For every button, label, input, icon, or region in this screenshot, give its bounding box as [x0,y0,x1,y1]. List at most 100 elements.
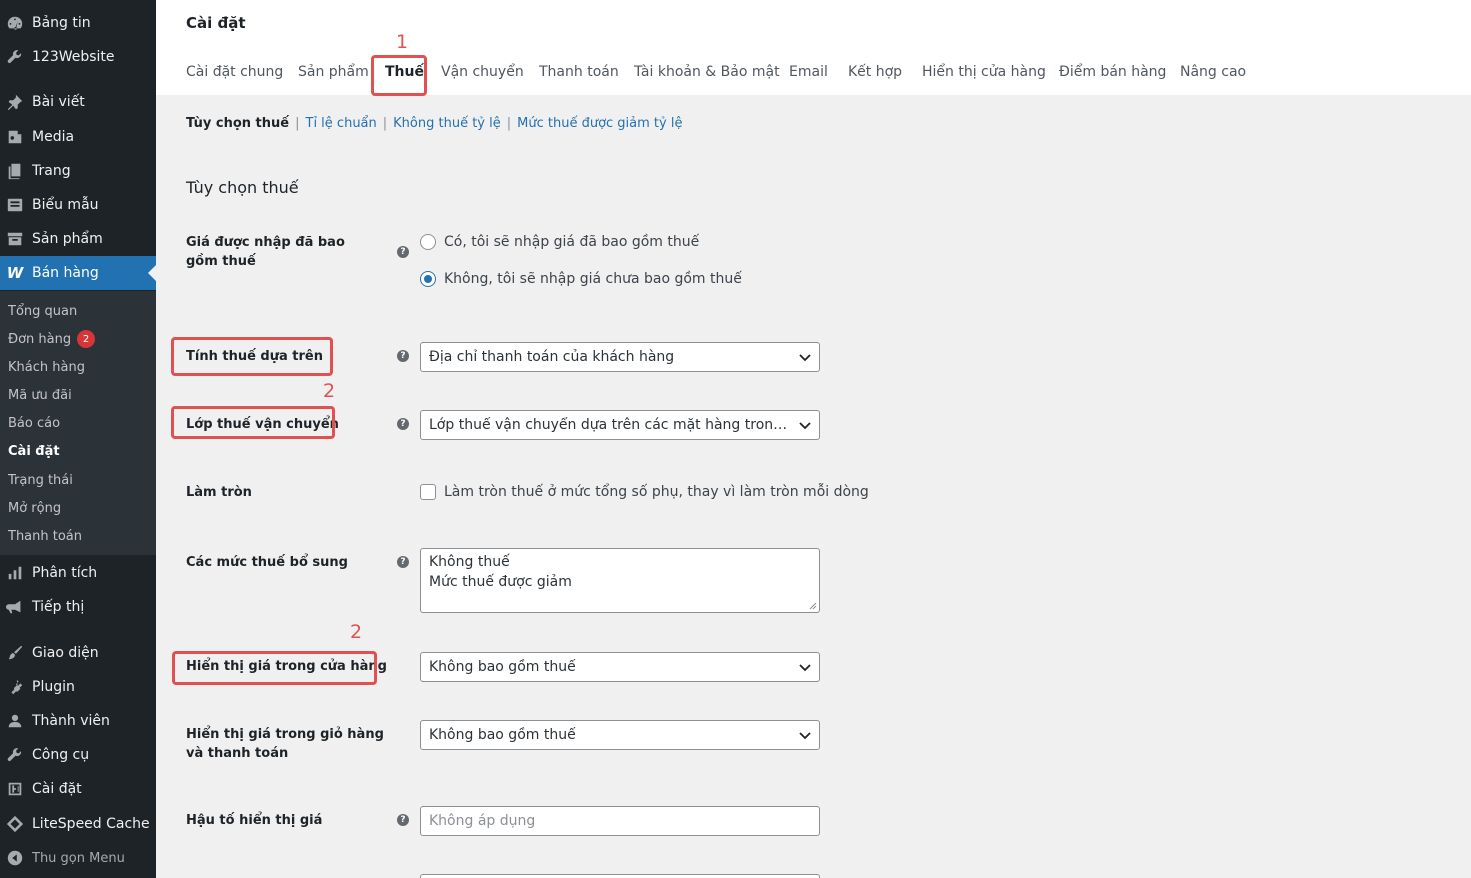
submenu-item-orders[interactable]: Đơn hàng 2 [8,328,96,350]
sidebar-item-label: Biểu mẫu [32,197,99,213]
sidebar-item-label: Thu gọn Menu [32,850,125,866]
sidebar-item-label: Phân tích [32,565,98,581]
submenu-item-customers[interactable]: Khách hàng [8,356,85,378]
display-prices-shop-select[interactable]: Không bao gồm thuế [420,652,820,682]
submenu-item-payments[interactable]: Thanh toán [8,525,82,547]
submenu-item-coupons[interactable]: Mã ưu đãi [8,384,72,406]
submenu-item-reports[interactable]: Báo cáo [8,412,60,434]
sidebar-item-analytics[interactable]: Phân tích [0,556,156,590]
radio-button-selected[interactable] [420,271,436,287]
sidebar-item-label: Tiếp thị [32,599,85,615]
sidebar-item-users[interactable]: Thành viên [0,704,156,738]
woocommerce-icon: W [6,264,24,282]
tab-integration[interactable]: Kết hợp [848,64,902,80]
sidebar-item-label: Plugin [32,679,75,695]
radio-button[interactable] [420,234,436,250]
submenu-item-settings[interactable]: Cài đặt [8,440,60,462]
display-prices-cart-select[interactable]: Không bao gồm thuế [420,720,820,750]
sidebar-item-123website[interactable]: 123Website [0,40,156,74]
submenu-item-status[interactable]: Trạng thái [8,469,73,491]
rounding-checkbox-row[interactable]: Làm tròn thuế ở mức tổng số phụ, thay vì… [420,484,869,500]
sidebar-item-label: Giao diện [32,645,99,661]
sidebar-item-appearance[interactable]: Giao diện [0,636,156,670]
sidebar-item-forms[interactable]: Biểu mẫu [0,188,156,222]
sidebar-item-products[interactable]: Sản phẩm [0,222,156,256]
sidebar-item-media[interactable]: Media [0,120,156,154]
tax-based-on-select[interactable]: Địa chỉ thanh toán của khách hàng [420,342,820,372]
radio-prices-exclude-tax[interactable]: Không, tôi sẽ nhập giá chưa bao gồm thuế [420,271,742,287]
sidebar-item-label: Công cụ [32,747,90,763]
pin-icon [5,92,25,112]
sidebar-item-label: Cài đặt [32,781,82,797]
help-icon[interactable]: ? [397,246,409,258]
rounding-label: Làm tròn [186,485,252,500]
annotation-highlight-tax-tab [371,55,427,96]
chevron-down-icon [799,664,811,672]
annotation-number: 2 [350,621,363,643]
page-icon [5,161,25,181]
chart-icon [5,563,25,583]
help-icon[interactable]: ? [397,556,409,568]
tab-accounts-privacy[interactable]: Tài khoản & Bảo mật [634,64,780,80]
sidebar-item-label: 123Website [32,49,115,65]
settings-header: Cài đặt [156,0,1471,95]
woocommerce-submenu: Tổng quan Đơn hàng 2 Khách hàng Mã ưu đãi… [0,291,156,555]
section-title: Tùy chọn thuế [186,178,299,197]
sidebar-item-woocommerce[interactable]: W Bán hàng [0,256,156,290]
annotation-highlight-display-prices-shop [172,651,377,685]
sidebar-item-pages[interactable]: Trang [0,154,156,188]
additional-tax-classes-label: Các mức thuế bổ sung [186,555,348,570]
settings-icon [5,779,25,799]
radio-prices-include-tax[interactable]: Có, tôi sẽ nhập giá đã bao gồm thuế [420,234,699,250]
sidebar-item-label: Thành viên [32,713,110,729]
litespeed-icon [5,814,25,834]
submenu-item-extensions[interactable]: Mở rộng [8,497,61,519]
megaphone-icon [5,597,25,617]
sidebar-item-label: Media [32,129,75,145]
sidebar-item-plugins[interactable]: Plugin [0,670,156,704]
help-icon[interactable]: ? [397,418,409,430]
next-field-input[interactable] [420,874,820,878]
sidebar-item-posts[interactable]: Bài viết [0,85,156,119]
help-icon[interactable]: ? [397,814,409,826]
collapse-menu-button[interactable]: Thu gọn Menu [0,841,156,875]
tools-icon [5,745,25,765]
sidebar-item-settings[interactable]: Cài đặt [0,772,156,806]
sidebar-item-tools[interactable]: Công cụ [0,738,156,772]
sidebar-item-dashboard[interactable]: Bảng tin [0,6,156,40]
sidebar-item-label: Trang [32,163,71,179]
additional-tax-classes-textarea[interactable]: Không thuế Mức thuế được giảm [420,548,820,613]
plugin-icon [5,677,25,697]
tab-advanced[interactable]: Nâng cao [1180,64,1246,80]
archive-icon [5,229,25,249]
collapse-icon [5,848,25,868]
annotation-number: 2 [323,380,336,402]
tab-site-visibility[interactable]: Hiển thị cửa hàng [922,64,1046,80]
tab-email[interactable]: Email [789,64,828,80]
orders-count-badge: 2 [77,330,96,348]
sidebar-item-litespeed-cache[interactable]: LiteSpeed Cache [0,807,156,841]
paintbrush-icon [5,643,25,663]
help-icon[interactable]: ? [397,350,409,362]
form-icon [5,195,25,215]
subnav-link-reduced-rates[interactable]: Mức thuế được giảm tỷ lệ [517,116,682,131]
resize-grip-icon[interactable] [809,602,817,610]
tab-point-of-sale[interactable]: Điểm bán hàng [1059,64,1166,80]
rounding-checkbox[interactable] [420,484,436,500]
price-display-suffix-input[interactable]: Không áp dụng [420,806,820,836]
subnav-link-zero-rates[interactable]: Không thuế tỷ lệ [393,116,501,131]
submenu-item-overview[interactable]: Tổng quan [8,300,77,322]
tab-shipping[interactable]: Vận chuyển [441,64,524,80]
admin-sidebar: Bảng tin 123Website Bài viết Media Trang… [0,0,156,878]
dashboard-icon [5,13,25,33]
tab-payments[interactable]: Thanh toán [539,64,619,80]
tab-general[interactable]: Cài đặt chung [186,64,283,80]
subnav-link-standard-rates[interactable]: Tỉ lệ chuẩn [306,116,377,131]
chevron-down-icon [799,422,811,430]
sidebar-item-label: Sản phẩm [32,231,103,247]
tab-products[interactable]: Sản phẩm [298,64,369,80]
sidebar-item-marketing[interactable]: Tiếp thị [0,590,156,624]
shipping-tax-class-select[interactable]: Lớp thuế vận chuyển dựa trên các mặt hàn… [420,410,820,440]
media-icon [5,127,25,147]
prices-entered-label: Giá được nhập đã bao gồm thuế [186,235,345,269]
